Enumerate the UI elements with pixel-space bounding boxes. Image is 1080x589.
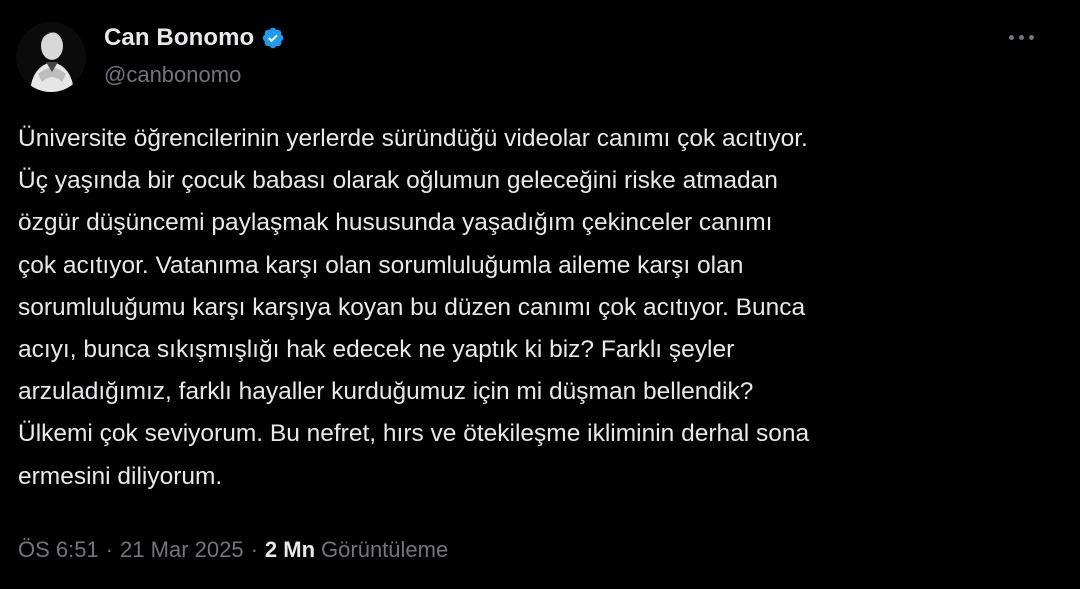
- tweet-text-line: sorumluluğumu karşı karşıya koyan bu düz…: [18, 293, 806, 321]
- avatar-portrait-icon: [16, 22, 86, 92]
- tweet-date-link[interactable]: 21 Mar 2025: [120, 537, 244, 563]
- views-label: Görüntüleme: [321, 537, 449, 562]
- views-count[interactable]: 2 Mn: [265, 537, 315, 563]
- meta-separator: ·: [105, 537, 114, 562]
- tweet-time-link[interactable]: ÖS 6:51: [18, 537, 99, 563]
- tweet-text-line: Üniversite öğrencilerinin yerlerde sürün…: [18, 125, 808, 152]
- tweet-text-line: Ülkemi çok seviyorum. Bu nefret, hırs ve…: [18, 420, 810, 448]
- tweet-text-line: ermesini diliyorum.: [18, 462, 223, 490]
- author-name-row: Can Bonomo: [104, 24, 285, 52]
- tweet-text-line: özgür düşüncemi paylaşmak hususunda yaşa…: [18, 209, 773, 237]
- tweet-meta: ÖS 6:51 · 21 Mar 2025 · 2 Mn Görüntüleme: [18, 537, 448, 563]
- tweet-text-line: acıyı, bunca sıkışmışlığı hak edecek ne …: [18, 336, 735, 364]
- author-handle[interactable]: @canbonomo: [104, 62, 241, 88]
- tweet-text: Üniversite öğrencilerinin yerlerde sürün…: [18, 118, 1063, 498]
- meta-separator: ·: [250, 537, 258, 562]
- avatar[interactable]: [16, 22, 86, 92]
- tweet-text-line: Üç yaşında bir çocuk babası olarak oğlum…: [18, 167, 778, 195]
- verified-badge-icon[interactable]: [261, 26, 285, 50]
- tweet-text-line: arzuladığımız, farklı hayaller kurduğumu…: [18, 378, 754, 406]
- tweet-text-line: çok acıtıyor. Vatanıma karşı olan soruml…: [18, 251, 744, 279]
- more-horizontal-icon[interactable]: [1001, 22, 1041, 52]
- tweet-card: Can Bonomo @canbonomo Üniversite öğrenci…: [0, 0, 1080, 589]
- author-display-name[interactable]: Can Bonomo: [104, 24, 254, 52]
